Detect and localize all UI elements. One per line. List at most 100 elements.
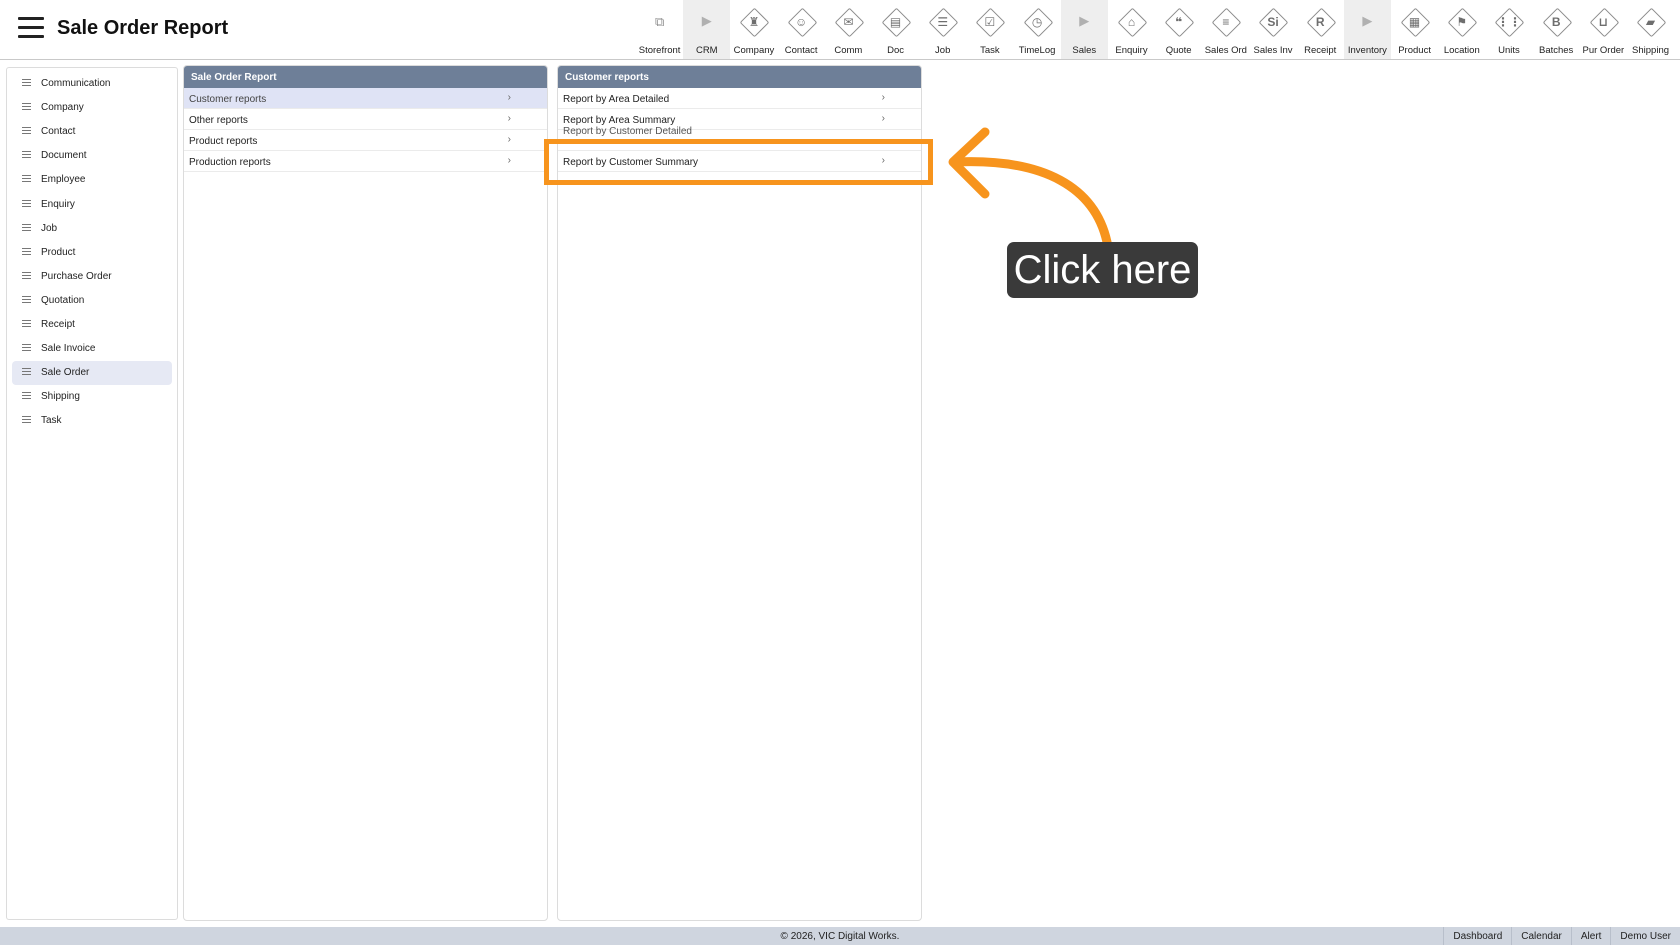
sidebar-item-label: Company [41,102,84,114]
report-row-customer-reports[interactable]: Customer reports › [184,88,547,109]
sidebar-item-purchase-order[interactable]: Purchase Order [12,265,172,289]
units-icon: ⋮⋮ [1496,15,1521,29]
copyright-text: © 2026, VIC Digital Works. [780,931,900,942]
location-icon: ⚑ [1456,15,1468,29]
toolbar-label: Shipping [1632,45,1670,56]
contact-icon: ☺ [795,15,808,29]
sidebar-item-receipt[interactable]: Receipt [12,313,172,337]
row-label: Report by Area Summary [563,115,676,126]
toolbar-sales[interactable]: ▶ Sales [1060,0,1108,59]
list-icon [22,392,31,401]
footer-link-calendar[interactable]: Calendar [1511,927,1571,945]
toolbar-contact[interactable]: ☺ Contact [778,0,825,59]
footer-link-alert[interactable]: Alert [1570,927,1611,945]
sidebar-item-enquiry[interactable]: Enquiry [12,193,172,217]
toolbar-inventory[interactable]: ▶ Inventory [1343,0,1391,59]
sidebar-item-label: Sale Order [41,367,90,379]
triangle-right-icon: ▶ [701,13,712,28]
panel-title: Sale Order Report [184,66,547,88]
list-icon [22,320,31,329]
toolbar-doc[interactable]: ▤ Doc [872,0,919,59]
page-title: Sale Order Report [57,17,229,39]
sidebar-item-label: Employee [41,174,86,186]
callout-arrow-icon [948,127,1112,247]
footer-link-dashboard[interactable]: Dashboard [1443,927,1511,945]
customer-report-row-report-by-area-detailed[interactable]: Report by Area Detailed › [558,88,921,109]
row-label: Report by Customer Detailed [563,126,692,137]
sidebar-item-employee[interactable]: Employee [12,168,172,192]
toolbar-sales-inv[interactable]: Si Sales Inv [1249,0,1296,59]
toolbar-task[interactable]: ☑ Task [966,0,1013,59]
chevron-right-icon: › [507,113,511,124]
sidebar-nav: Communication Company Contact Document Emplo… [6,67,178,920]
sidebar-item-label: Task [41,415,62,427]
sales-invoice-icon: Si [1267,15,1279,29]
row-label: Report by Area Detailed [563,94,670,105]
toolbar-receipt[interactable]: R Receipt [1297,0,1344,59]
list-icon [22,344,31,353]
company-icon: ♜ [748,15,760,29]
toolbar-crm[interactable]: ▶ CRM [683,0,731,59]
customer-reports-panel: Customer reports Report by Area Detailed… [557,65,922,921]
truck-icon: ▰ [1645,15,1656,29]
sidebar-item-task[interactable]: Task [12,409,172,433]
toolbar-batches[interactable]: B Batches [1533,0,1580,59]
sidebar-item-label: Enquiry [41,198,75,210]
sidebar-item-sale-invoice[interactable]: Sale Invoice [12,337,172,361]
sidebar-item-label: Shipping [41,391,80,403]
sidebar-item-product[interactable]: Product [12,241,172,265]
row-label: Customer reports [189,94,267,105]
enquiry-icon: ⌂ [1127,15,1136,29]
sidebar-item-label: Document [41,150,87,162]
panel-title: Customer reports [558,66,921,88]
toolbar-enquiry[interactable]: ⌂ Enquiry [1108,0,1155,59]
list-icon [22,223,31,233]
row-label: Other reports [189,115,248,126]
chevron-right-icon: › [881,113,885,124]
report-row-other-reports[interactable]: Other reports › [184,109,547,130]
toolbar-job[interactable]: ☰ Job [919,0,966,59]
toolbar-location[interactable]: ⚑ Location [1438,0,1485,59]
toolbar-product[interactable]: ▦ Product [1391,0,1438,59]
hamburger-menu-icon[interactable] [18,17,44,39]
sidebar-item-label: Quotation [41,294,85,306]
toolbar-units[interactable]: ⋮⋮ Units [1485,0,1532,59]
sidebar-item-shipping[interactable]: Shipping [12,385,172,409]
list-icon [22,103,31,112]
footer-bar: © 2026, VIC Digital Works. Dashboard Cale… [0,927,1680,945]
toolbar-quote[interactable]: ❝ Quote [1155,0,1202,59]
list-icon [22,368,31,377]
toolbar-storefront[interactable]: ⧉ Storefront [636,0,683,59]
sales-order-icon: ≡ [1222,15,1230,29]
sidebar-item-label: Contact [41,126,76,138]
list-icon [22,175,31,184]
sidebar-item-document[interactable]: Document [12,144,172,168]
sidebar-item-job[interactable]: Job [12,217,172,241]
toolbar-timelog[interactable]: ◷ TimeLog [1014,0,1061,59]
sidebar-item-label: Sale Invoice [41,343,96,355]
receipt-icon: R [1315,15,1325,29]
quote-icon: ❝ [1175,15,1183,29]
clock-icon: ◷ [1031,15,1043,29]
callout-label: Click here [1007,242,1198,298]
footer-link-demo-user[interactable]: Demo User [1610,927,1680,945]
sidebar-item-quotation[interactable]: Quotation [12,289,172,313]
list-icon [22,416,31,425]
sidebar-item-company[interactable]: Company [12,96,172,120]
external-link-icon: ⧉ [654,14,665,29]
report-row-product-reports[interactable]: Product reports › [184,130,547,151]
sidebar-item-sale-order[interactable]: Sale Order [12,361,172,386]
list-icon [22,151,31,160]
sidebar-item-contact[interactable]: Contact [12,120,172,144]
toolbar-shipping[interactable]: ▰ Shipping [1627,0,1674,59]
sidebar-item-label: Receipt [41,319,75,330]
highlight-box [544,139,933,185]
sidebar-item-label: Purchase Order [41,270,112,282]
toolbar-company[interactable]: ♜ Company [730,0,777,59]
report-row-production-reports[interactable]: Production reports › [184,151,547,172]
toolbar-sales-ord[interactable]: ≡ Sales Ord [1202,0,1249,59]
list-icon [22,199,31,209]
toolbar-comm[interactable]: ✉ Comm [825,0,872,59]
toolbar-pur-order[interactable]: ⊔ Pur Order [1580,0,1627,59]
sidebar-item-communication[interactable]: Communication [12,72,172,96]
